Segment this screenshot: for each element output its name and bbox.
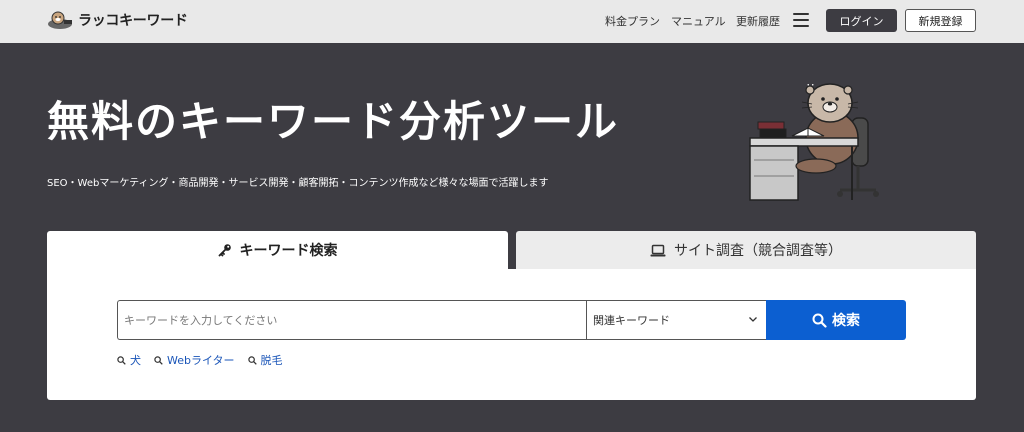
otter-mascot-illustration: ･･: [749, 81, 879, 201]
search-icon: [247, 355, 257, 365]
logo-text: ラッコキーワード: [78, 13, 188, 29]
login-button[interactable]: ログイン: [826, 9, 897, 32]
hero-title: 無料のキーワード分析ツール: [47, 97, 620, 146]
search-icon: [812, 313, 827, 328]
suggested-keyword-label: Webライター: [167, 354, 235, 367]
search-button-label: 検索: [832, 313, 860, 329]
suggested-keyword-link[interactable]: Webライター: [154, 352, 235, 368]
chevron-down-icon: [749, 317, 757, 322]
signup-button[interactable]: 新規登録: [905, 9, 976, 32]
search-button[interactable]: 検索: [766, 300, 906, 340]
search-icon: [117, 355, 126, 365]
nav-manual-link[interactable]: マニュアル: [671, 13, 726, 29]
keyword-search-input[interactable]: [117, 300, 586, 340]
hero-subtitle: SEO・Webマーケティング・商品開発・サービス開発・顧客開拓・コンテンツ作成な…: [47, 178, 549, 189]
otter-logo-icon: [48, 11, 72, 29]
search-panel: 関連キーワード 検索 犬 Webライター: [47, 269, 976, 400]
suggested-keyword-link[interactable]: 犬: [117, 352, 141, 368]
suggested-keyword-link[interactable]: 脱毛: [247, 352, 283, 368]
suggested-keywords: 犬 Webライター 脱毛: [117, 352, 296, 368]
tab-site-research-label: サイト調査（競合調査等）: [674, 243, 842, 259]
search-icon: [154, 355, 163, 365]
top-header: ラッコキーワード 料金プラン マニュアル 更新履歴 ログイン 新規登録: [0, 0, 1024, 43]
tab-site-research[interactable]: サイト調査（競合調査等）: [516, 231, 976, 269]
nav-pricing-link[interactable]: 料金プラン: [605, 13, 660, 29]
tab-keyword-search[interactable]: キーワード検索: [47, 231, 508, 269]
search-mode-select[interactable]: 関連キーワード: [586, 300, 766, 340]
svg-text:･･: ･･: [806, 81, 815, 91]
key-icon: [218, 244, 231, 257]
suggested-keyword-label: 犬: [130, 354, 141, 367]
laptop-icon: [650, 244, 666, 256]
site-logo[interactable]: ラッコキーワード: [46, 9, 188, 31]
tab-keyword-search-label: キーワード検索: [239, 243, 338, 259]
nav-history-link[interactable]: 更新履歴: [736, 13, 780, 29]
hamburger-menu-icon[interactable]: [793, 13, 809, 27]
suggested-keyword-label: 脱毛: [260, 354, 283, 367]
search-mode-select-value: 関連キーワード: [593, 314, 670, 327]
